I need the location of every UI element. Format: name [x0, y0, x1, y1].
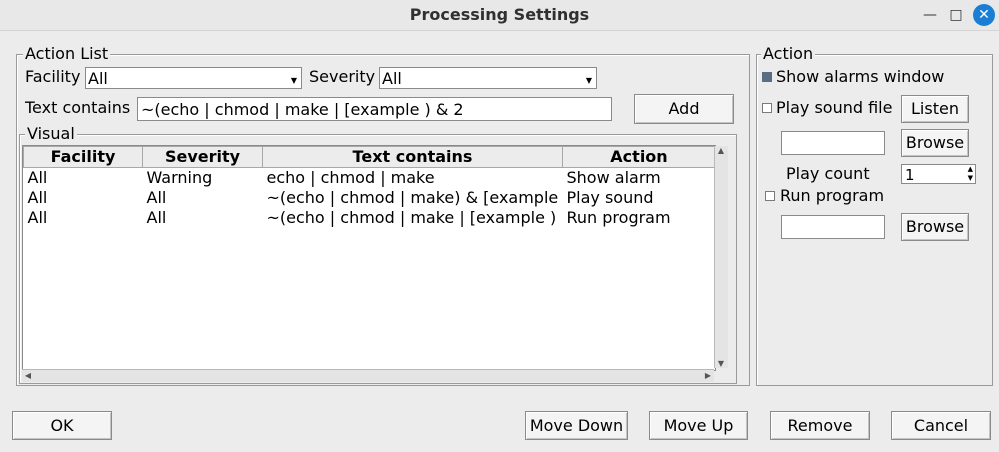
- program-path-input[interactable]: [781, 215, 885, 239]
- cell-action: Run program: [566, 208, 671, 227]
- sound-file-input[interactable]: [781, 131, 885, 155]
- scroll-left-icon[interactable]: ◀: [22, 370, 34, 382]
- move-down-button[interactable]: Move Down: [525, 411, 628, 440]
- program-path-input-field[interactable]: [782, 216, 884, 238]
- play-sound-label: Play sound file: [776, 98, 893, 117]
- action-list-legend: Action List: [23, 44, 111, 63]
- spin-down-icon[interactable]: ▼: [968, 174, 973, 182]
- play-count-input[interactable]: [902, 166, 975, 184]
- close-icon[interactable]: ✕: [973, 4, 995, 26]
- ok-button[interactable]: OK: [12, 411, 112, 440]
- play-count-spinner[interactable]: ▲ ▼: [901, 164, 976, 184]
- scroll-down-icon[interactable]: ▼: [715, 359, 727, 368]
- facility-select[interactable]: All ▼: [85, 67, 302, 89]
- run-program-label: Run program: [780, 186, 885, 205]
- show-alarms-label: Show alarms window: [776, 67, 945, 86]
- scroll-up-icon[interactable]: ▲: [715, 146, 727, 155]
- text-contains-label: Text contains: [25, 98, 131, 117]
- severity-select-value: All: [382, 69, 402, 88]
- chevron-down-icon: ▼: [290, 76, 298, 85]
- column-header-action[interactable]: Action: [562, 146, 715, 168]
- horizontal-scrollbar[interactable]: ◀ ▶: [22, 369, 714, 382]
- show-alarms-checkbox[interactable]: [762, 72, 772, 82]
- visual-legend: Visual: [25, 124, 77, 143]
- listen-button[interactable]: Listen: [901, 95, 969, 123]
- move-up-button[interactable]: Move Up: [649, 411, 748, 440]
- cell-text-contains: echo | chmod | make: [266, 168, 435, 187]
- severity-label: Severity: [309, 67, 376, 86]
- text-contains-input[interactable]: [137, 97, 612, 121]
- cell-action: Show alarm: [566, 168, 661, 187]
- browse-sound-button[interactable]: Browse: [901, 129, 969, 157]
- cell-facility: All: [27, 188, 48, 207]
- cell-text-contains: ~(echo | chmod | make | [example ): [266, 208, 557, 227]
- cell-severity: Warning: [146, 168, 213, 187]
- cell-facility: All: [27, 208, 48, 227]
- add-button[interactable]: Add: [634, 94, 734, 124]
- cell-action: Play sound: [566, 188, 654, 207]
- table-row[interactable]: All All ~(echo | chmod | make | [example…: [24, 208, 716, 228]
- cell-facility: All: [27, 168, 48, 187]
- table-row[interactable]: All Warning echo | chmod | make Show ala…: [24, 168, 716, 189]
- facility-select-value: All: [88, 69, 108, 88]
- maximize-icon[interactable]: □: [947, 6, 965, 24]
- cell-text-contains: ~(echo | chmod | make) & [example: [266, 188, 559, 207]
- browse-program-button[interactable]: Browse: [901, 213, 969, 241]
- cell-severity: All: [146, 188, 167, 207]
- spin-up-icon[interactable]: ▲: [968, 165, 973, 173]
- column-header-severity[interactable]: Severity: [142, 146, 263, 168]
- chevron-down-icon: ▼: [585, 76, 593, 85]
- title-bar: Processing Settings — □ ✕: [0, 0, 999, 31]
- visual-table-container: Facility Severity Text contains Action A…: [22, 145, 716, 371]
- visual-table: Facility Severity Text contains Action A…: [23, 146, 716, 228]
- action-legend: Action: [761, 44, 816, 63]
- scroll-right-icon[interactable]: ▶: [702, 370, 714, 382]
- cancel-button[interactable]: Cancel: [891, 411, 991, 440]
- table-row[interactable]: All All ~(echo | chmod | make) & [exampl…: [24, 188, 716, 208]
- remove-button[interactable]: Remove: [770, 411, 870, 440]
- vertical-scrollbar[interactable]: ▲ ▼: [714, 146, 728, 368]
- play-sound-checkbox[interactable]: [762, 103, 772, 113]
- facility-label: Facility: [25, 67, 81, 86]
- sound-file-input-field[interactable]: [782, 132, 884, 154]
- run-program-checkbox[interactable]: [765, 191, 775, 201]
- table-header-row: Facility Severity Text contains Action: [23, 146, 715, 168]
- play-count-label: Play count: [786, 164, 870, 183]
- minimize-icon[interactable]: —: [921, 6, 939, 24]
- window-title: Processing Settings: [409, 5, 590, 24]
- severity-select[interactable]: All ▼: [379, 67, 597, 89]
- column-header-facility[interactable]: Facility: [23, 146, 143, 168]
- cell-severity: All: [146, 208, 167, 227]
- column-header-text-contains[interactable]: Text contains: [262, 146, 563, 168]
- text-contains-input-field[interactable]: [138, 98, 611, 120]
